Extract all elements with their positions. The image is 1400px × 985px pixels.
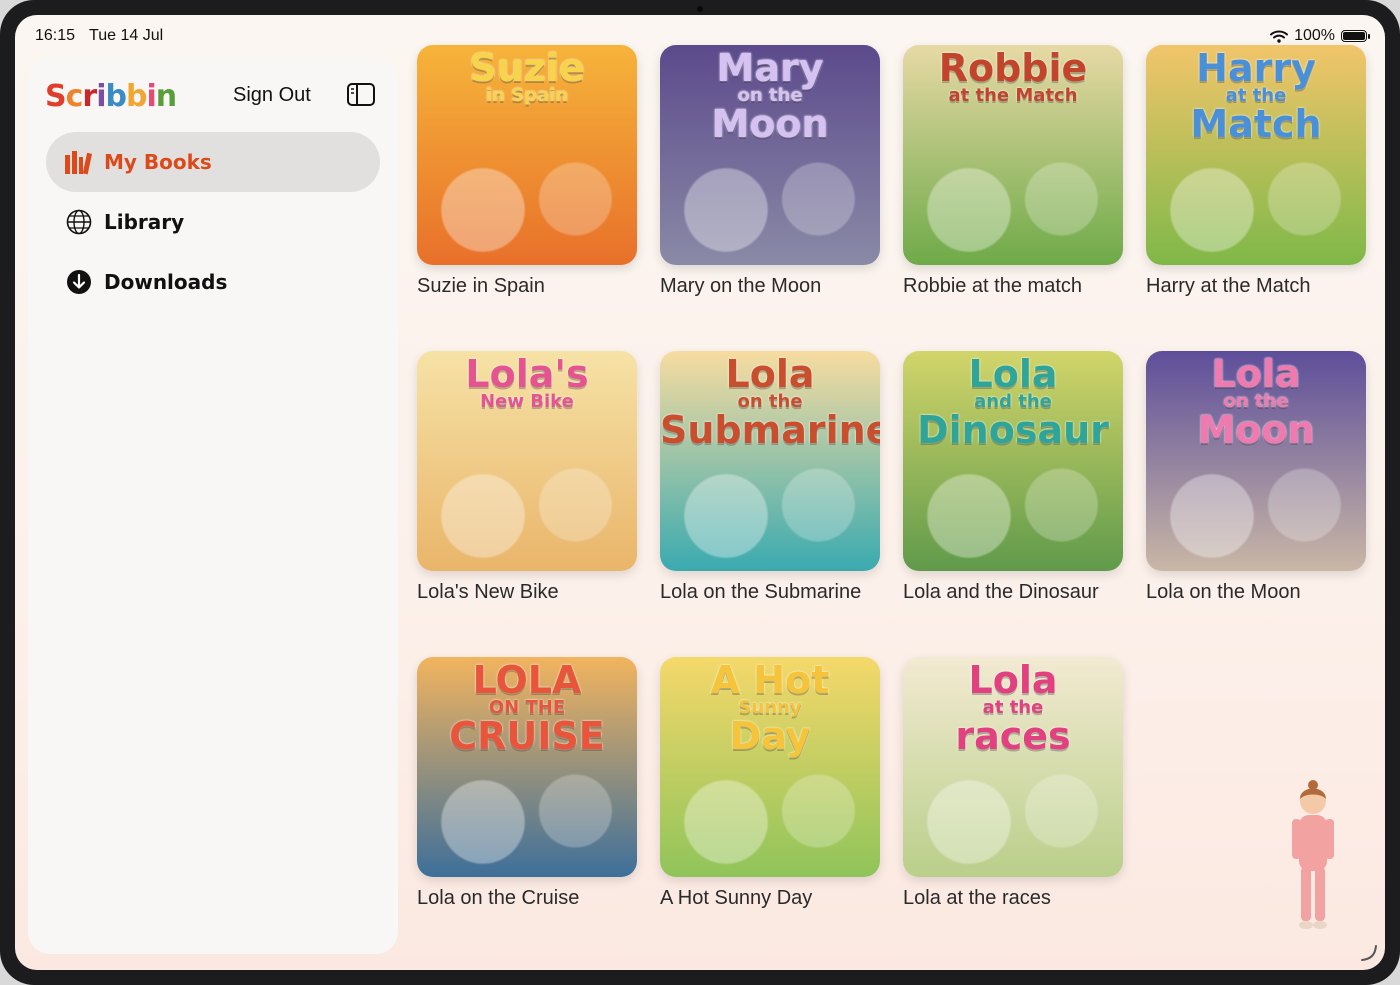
book-card[interactable]: LOLA ON THE CRUISE Lola on the Cruise — [417, 657, 637, 910]
battery-percentage: 100% — [1294, 27, 1335, 44]
sidebar: Scribbin Sign Out My Books Library Downl… — [28, 57, 398, 954]
sidebar-item-label: Downloads — [104, 270, 228, 294]
sidebar-item-my-books[interactable]: My Books — [46, 132, 380, 192]
book-cover[interactable]: Lola on the Moon — [1146, 351, 1366, 571]
app-screen: 16:15 Tue 14 Jul 100% Scribbin Sign Out — [15, 15, 1385, 970]
sidebar-item-library[interactable]: Library — [46, 192, 380, 252]
sidebar-nav: My Books Library Downloads — [46, 132, 380, 312]
book-title: A Hot Sunny Day — [660, 887, 813, 909]
book-cover[interactable]: Mary on the Moon — [660, 45, 880, 265]
cover-title: Harry at the Match — [1190, 46, 1322, 146]
resize-handle-icon[interactable] — [1359, 943, 1379, 963]
status-date: Tue 14 Jul — [89, 27, 164, 44]
book-title: Lola on the Moon — [1146, 581, 1301, 603]
book-card[interactable]: A Hot Sunny Day A Hot Sunny Day — [660, 657, 880, 910]
book-card[interactable]: Robbie at the Match Robbie at the match — [903, 45, 1123, 298]
sidebar-item-downloads[interactable]: Downloads — [46, 252, 380, 312]
book-title: Lola and the Dinosaur — [903, 581, 1099, 603]
book-card[interactable]: Lola's New Bike Lola's New Bike — [417, 351, 637, 604]
sidebar-item-label: My Books — [104, 150, 212, 174]
cover-title: Lola's New Bike — [465, 352, 589, 412]
book-card[interactable]: Lola on the Moon Lola on the Moon — [1146, 351, 1366, 604]
book-cover[interactable]: Suzie in Spain — [417, 45, 637, 265]
sidebar-toggle-icon[interactable] — [347, 83, 375, 106]
cover-title: A Hot Sunny Day — [710, 658, 830, 758]
book-title: Mary on the Moon — [660, 275, 822, 297]
book-title: Lola on the Submarine — [660, 581, 862, 603]
front-camera — [697, 6, 703, 12]
book-cover[interactable]: A Hot Sunny Day — [660, 657, 880, 877]
book-card[interactable]: Lola at the races Lola at the races — [903, 657, 1123, 910]
book-cover[interactable]: Robbie at the Match — [903, 45, 1123, 265]
cover-title: Mary on the Moon — [711, 46, 829, 146]
cover-title: LOLA ON THE CRUISE — [449, 658, 605, 758]
book-title: Suzie in Spain — [417, 275, 545, 297]
tablet-frame: 16:15 Tue 14 Jul 100% Scribbin Sign Out — [0, 0, 1400, 985]
book-cover[interactable]: Lola on the Submarine — [660, 351, 880, 571]
book-title: Robbie at the match — [903, 275, 1082, 297]
battery-icon — [1341, 30, 1370, 42]
cover-title: Lola at the races — [955, 658, 1071, 758]
book-card[interactable]: Suzie in Spain Suzie in Spain — [417, 45, 637, 298]
book-card[interactable]: Harry at the Match Harry at the Match — [1146, 45, 1366, 298]
status-time: 16:15 — [35, 27, 76, 44]
cover-title: Robbie at the Match — [938, 46, 1088, 106]
cover-title: Lola on the Submarine — [660, 352, 880, 452]
sidebar-item-label: Library — [104, 210, 185, 234]
book-card[interactable]: Lola and the Dinosaur Lola and the Dinosau… — [903, 351, 1123, 604]
cover-title: Lola on the Moon — [1197, 352, 1315, 452]
mascot-character-icon[interactable] — [1288, 775, 1338, 935]
book-title: Harry at the Match — [1146, 275, 1311, 297]
cover-title: Lola and the Dinosaur — [917, 352, 1109, 452]
book-cover[interactable]: LOLA ON THE CRUISE — [417, 657, 637, 877]
download-icon — [64, 267, 94, 297]
book-title: Lola's New Bike — [417, 581, 559, 603]
book-cover[interactable]: Lola and the Dinosaur — [903, 351, 1123, 571]
scribbin-logo: Scribbin — [45, 79, 177, 114]
globe-icon — [64, 207, 94, 237]
sign-out-button[interactable]: Sign Out — [233, 84, 311, 107]
book-title: Lola at the races — [903, 887, 1051, 909]
wifi-icon — [1270, 30, 1289, 43]
book-title: Lola on the Cruise — [417, 887, 580, 909]
book-cover[interactable]: Lola's New Bike — [417, 351, 637, 571]
cover-title: Suzie in Spain — [469, 46, 585, 106]
book-cover[interactable]: Lola at the races — [903, 657, 1123, 877]
book-card[interactable]: Lola on the Submarine Lola on the Submarin… — [660, 351, 880, 604]
books-icon — [64, 147, 94, 177]
book-cover[interactable]: Harry at the Match — [1146, 45, 1366, 265]
book-card[interactable]: Mary on the Moon Mary on the Moon — [660, 45, 880, 298]
